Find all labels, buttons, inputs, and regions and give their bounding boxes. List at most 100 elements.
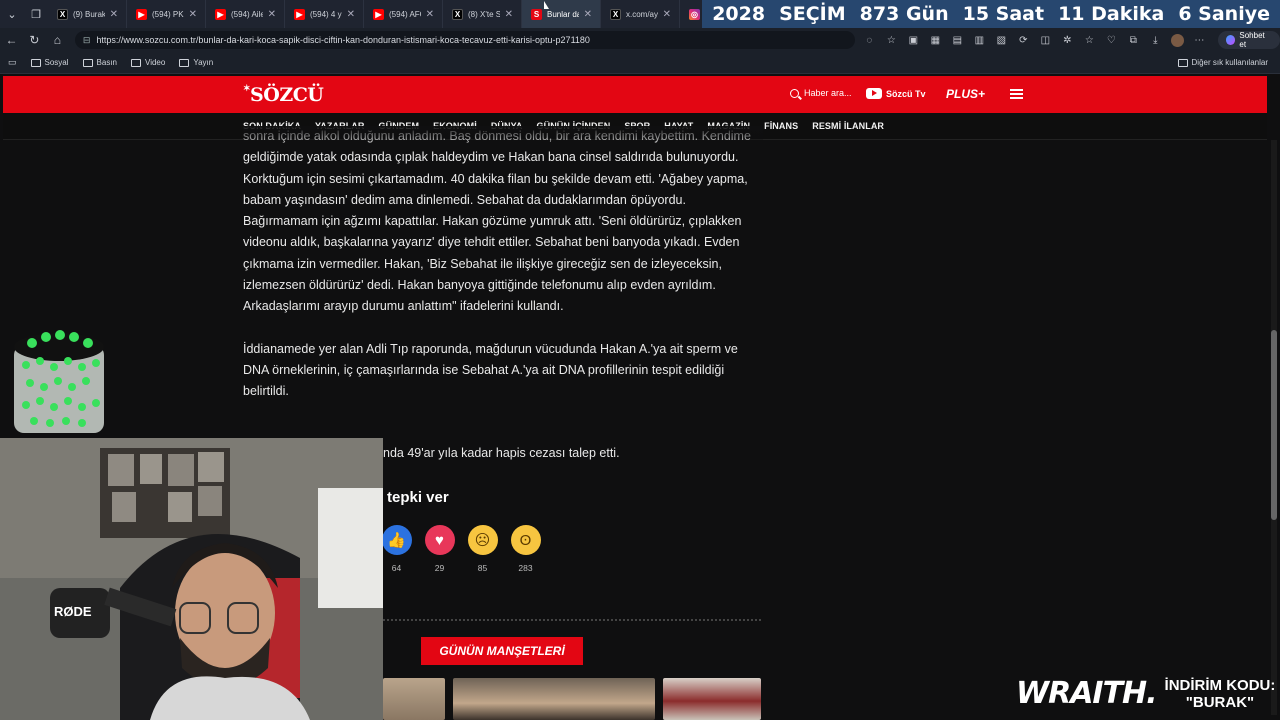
nav-item[interactable]: RESMİ İLANLAR bbox=[812, 121, 884, 131]
extension-4-icon[interactable]: ▥ bbox=[973, 34, 986, 47]
tab-label: (594) AFGA bbox=[389, 9, 421, 19]
favorites-icon[interactable]: ☆ bbox=[1083, 34, 1096, 47]
bookmark-folder[interactable]: Video bbox=[131, 58, 165, 67]
tab-list-dropdown-icon[interactable]: ⌄ bbox=[0, 0, 24, 28]
browser-tab[interactable]: ▶ (594) 4 yaş ✕ bbox=[285, 0, 364, 28]
headlines-banner[interactable]: GÜNÜN MANŞETLERİ bbox=[421, 637, 583, 665]
tab-label: (594) 4 yaş bbox=[310, 9, 342, 19]
browser-tab[interactable]: ▶ (594) Aile e ✕ bbox=[206, 0, 285, 28]
countdown-title: SEÇİM bbox=[779, 3, 846, 25]
divider bbox=[383, 619, 761, 621]
reaction-button[interactable]: 👍 64 bbox=[381, 525, 412, 573]
bookmark-folder[interactable]: Yayın bbox=[179, 58, 213, 67]
site-logo[interactable]: ✶SÖZCÜ bbox=[243, 84, 324, 106]
close-icon[interactable]: ✕ bbox=[426, 9, 434, 20]
tab-label: (594) PKK/Y bbox=[152, 9, 184, 19]
tab-label: x.com/ayk bbox=[626, 9, 658, 19]
folder-icon bbox=[1177, 58, 1188, 67]
play-icon bbox=[866, 88, 882, 99]
collections-icon[interactable]: ⧉ bbox=[1127, 34, 1140, 47]
performance-icon[interactable]: ♡ bbox=[1105, 34, 1118, 47]
headline-thumbnail[interactable] bbox=[663, 678, 761, 720]
more-menu-icon[interactable]: ⋯ bbox=[1193, 34, 1206, 47]
reaction-button[interactable]: ♥ 29 bbox=[424, 525, 455, 573]
extension-3-icon[interactable]: ▤ bbox=[951, 34, 964, 47]
youtube-icon: ▶ bbox=[294, 8, 305, 20]
bowl-graphic-icon bbox=[14, 330, 104, 433]
nav-item[interactable]: FİNANS bbox=[764, 121, 798, 131]
reaction-count: 29 bbox=[434, 563, 445, 573]
browser-tab[interactable]: ▶ (594) PKK/Y ✕ bbox=[127, 0, 206, 28]
logo-star-icon: ✶ bbox=[243, 84, 251, 94]
reaction-button[interactable]: ʘ 283 bbox=[510, 525, 541, 573]
article-paragraph: nda 49'ar yıla kadar hapis cezası talep … bbox=[383, 446, 620, 460]
reaction-count: 64 bbox=[391, 563, 402, 573]
scrollbar-thumb[interactable] bbox=[1271, 330, 1277, 520]
close-icon[interactable]: ✕ bbox=[189, 9, 197, 20]
webcam-feed: RØDE bbox=[0, 438, 383, 720]
extensions-icon[interactable]: ✲ bbox=[1061, 34, 1074, 47]
sponsor-overlay: WRAITH. İNDİRİM KODU: "BURAK" bbox=[1016, 676, 1275, 711]
extension-6-icon[interactable]: ⟳ bbox=[1017, 34, 1030, 47]
browser-tab[interactable]: S Bunlar da k ✕ bbox=[522, 0, 601, 28]
youtube-icon: ▶ bbox=[136, 8, 147, 20]
surprised-face-icon: ʘ bbox=[510, 525, 541, 555]
copilot-icon bbox=[1225, 35, 1236, 45]
downloads-icon[interactable]: ⤓ bbox=[1149, 34, 1162, 47]
site-info-icon[interactable]: ⊟ bbox=[83, 35, 91, 46]
page-scrollbar[interactable] bbox=[1271, 140, 1277, 715]
folder-icon bbox=[30, 58, 41, 67]
home-icon[interactable]: ⌂ bbox=[46, 33, 69, 47]
browser-tab[interactable]: Xx.com/ayk ✕ bbox=[601, 0, 680, 28]
countdown-minutes: 11 Dakika bbox=[1058, 3, 1165, 25]
bookmarks-bar: ▭ Sosyal Basın Video Yayın Diğer sık kullan… bbox=[0, 52, 1280, 74]
site-search[interactable]: Haber ara... bbox=[790, 88, 852, 98]
article-body: sonra içinde alkol olduğunu anladım. Baş… bbox=[243, 126, 763, 424]
plus-link[interactable]: PLUS+ bbox=[946, 87, 985, 101]
browser-tab[interactable]: X (9) BurakSe ✕ bbox=[48, 0, 127, 28]
copilot-chat-button[interactable]: Sohbet et bbox=[1217, 31, 1280, 49]
extension-5-icon[interactable]: ▧ bbox=[995, 34, 1008, 47]
browser-tab[interactable]: X (8) X'te Sö ✕ bbox=[443, 0, 522, 28]
url-field[interactable]: ⊟ https://www.sozcu.com.tr/bunlar-da-kar… bbox=[74, 31, 855, 49]
bookmark-folder[interactable]: Basın bbox=[82, 58, 117, 67]
headline-thumbnail[interactable] bbox=[383, 678, 445, 720]
close-icon[interactable]: ✕ bbox=[584, 9, 592, 20]
sozcu-tv-link[interactable]: Sözcü Tv bbox=[866, 88, 926, 99]
profile-avatar[interactable] bbox=[1170, 33, 1184, 47]
address-bar-row: ← ↻ ⌂ ⊟ https://www.sozcu.com.tr/bunlar-… bbox=[0, 28, 1280, 52]
reaction-heading: tepki ver bbox=[387, 489, 449, 506]
instagram-icon: ◎ bbox=[689, 8, 700, 20]
headline-thumbnail[interactable] bbox=[453, 678, 655, 720]
election-countdown-banner: 2028 SEÇİM 873 Gün 15 Saat 11 Dakika 6 S… bbox=[702, 0, 1280, 28]
close-icon[interactable]: ✕ bbox=[347, 9, 355, 20]
close-icon[interactable]: ✕ bbox=[110, 9, 118, 20]
sponsor-code: İNDİRİM KODU: "BURAK" bbox=[1164, 676, 1276, 711]
headline-thumbnails bbox=[383, 678, 761, 720]
workspaces-icon[interactable]: ❐ bbox=[24, 0, 48, 28]
reaction-button[interactable]: ☹ 85 bbox=[467, 525, 498, 573]
extension-1-icon[interactable]: ▣ bbox=[907, 34, 920, 47]
article-paragraph: İddianamede yer alan Adli Tıp raporunda,… bbox=[243, 341, 738, 399]
back-icon[interactable]: ← bbox=[0, 33, 23, 47]
tab-label: (594) Aile e bbox=[231, 9, 263, 19]
close-icon[interactable]: ✕ bbox=[268, 9, 276, 20]
countdown-hours: 15 Saat bbox=[962, 3, 1045, 25]
svg-text:RØDE: RØDE bbox=[54, 604, 92, 619]
tab-label: (9) BurakSe bbox=[73, 9, 105, 19]
collections-icon[interactable]: ▭ bbox=[8, 57, 17, 68]
split-screen-icon[interactable]: ◫ bbox=[1039, 34, 1052, 47]
refresh-icon[interactable]: ↻ bbox=[23, 33, 46, 47]
hamburger-menu-icon[interactable] bbox=[1010, 89, 1023, 99]
bookmark-other[interactable]: Diğer sık kullanılanlar bbox=[1177, 58, 1268, 67]
close-icon[interactable]: ✕ bbox=[505, 9, 513, 20]
favorite-star-icon[interactable]: ☆ bbox=[885, 34, 898, 47]
reader-icon[interactable]: ◌ bbox=[863, 34, 876, 47]
countdown-year: 2028 bbox=[712, 3, 766, 25]
browser-tab[interactable]: ▶ (594) AFGA ✕ bbox=[364, 0, 443, 28]
bookmark-folder[interactable]: Sosyal bbox=[30, 58, 69, 67]
extension-2-icon[interactable]: ▦ bbox=[929, 34, 942, 47]
close-icon[interactable]: ✕ bbox=[663, 9, 671, 20]
x-icon: X bbox=[610, 8, 621, 20]
search-icon bbox=[790, 88, 799, 98]
